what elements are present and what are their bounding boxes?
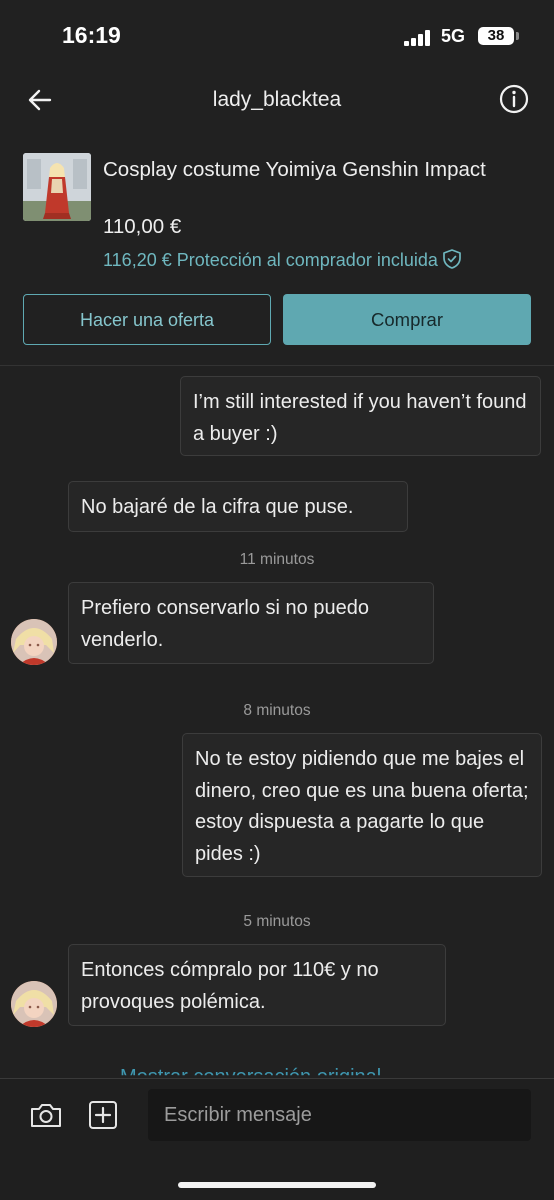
signal-icon [404, 30, 432, 46]
product-price: 110,00 € [103, 215, 182, 238]
network-type: 5G [441, 26, 466, 46]
product-title[interactable]: Cosplay costume Yoimiya Genshin Impact [103, 154, 523, 185]
shield-check-icon [443, 249, 461, 269]
nav-bar: lady_blacktea [0, 70, 554, 130]
product-thumbnail[interactable] [23, 153, 91, 221]
home-indicator [178, 1182, 376, 1188]
message-bubble-received: No bajaré de la cifra que puse. [68, 481, 408, 532]
message-bubble-sent: I’m still interested if you haven’t foun… [180, 376, 541, 456]
header-divider [0, 365, 554, 366]
avatar[interactable] [11, 619, 57, 665]
make-offer-button[interactable]: Hacer una oferta [23, 294, 271, 345]
message-bubble-received: Entonces cómpralo por 110€ y no provoque… [68, 944, 446, 1026]
status-bar: 16:19 5G 38 [0, 0, 554, 70]
buyer-protection-text: 116,20 € Protección al comprador incluid… [103, 250, 438, 270]
message-timestamp: 5 minutos [243, 913, 311, 930]
page-title: lady_blacktea [212, 88, 342, 111]
camera-icon[interactable] [29, 1099, 63, 1131]
plus-square-icon[interactable] [87, 1099, 119, 1131]
battery-icon: 38 [478, 27, 514, 45]
buy-button[interactable]: Comprar [283, 294, 531, 345]
info-circle-icon[interactable] [498, 83, 530, 115]
message-input[interactable] [148, 1089, 531, 1141]
product-card[interactable]: Cosplay costume Yoimiya Genshin Impact 1… [0, 150, 554, 280]
buyer-protection[interactable]: 116,20 € Protección al comprador incluid… [103, 248, 463, 271]
avatar[interactable] [11, 981, 57, 1027]
message-bubble-received: Prefiero conservarlo si no puedo venderl… [68, 582, 434, 664]
message-timestamp: 8 minutos [243, 702, 311, 719]
battery-tip [516, 32, 519, 40]
message-bubble-sent: No te estoy pidiendo que me bajes el din… [182, 733, 542, 877]
message-timestamp: 11 minutos [239, 551, 315, 568]
status-time: 16:19 [62, 22, 121, 48]
